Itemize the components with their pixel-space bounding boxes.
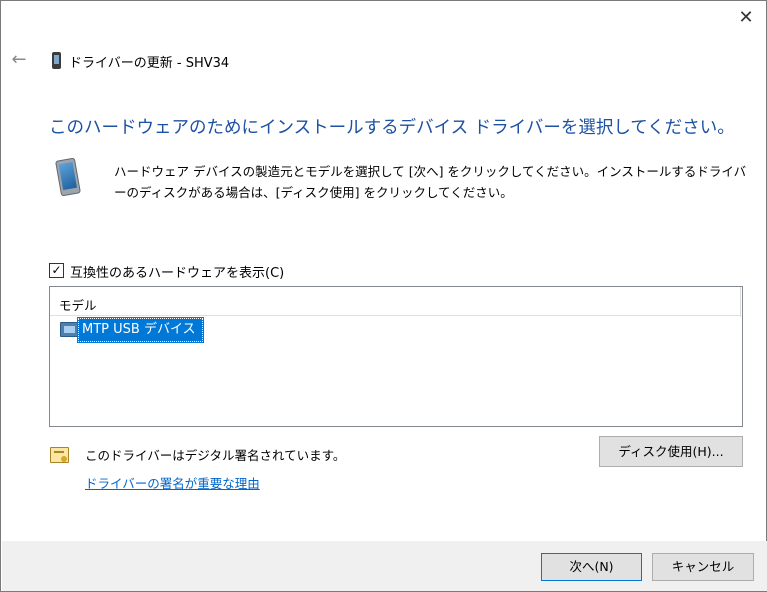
certificate-icon <box>50 447 69 463</box>
cancel-button[interactable]: キャンセル <box>652 553 754 581</box>
page-heading: このハードウェアのためにインストールするデバイス ドライバーを選択してください。 <box>49 118 735 138</box>
list-scroll-edge <box>740 287 741 317</box>
phone-device-icon <box>55 157 81 197</box>
model-list-header: モデル <box>59 298 97 313</box>
model-list[interactable]: モデル MTP USB デバイス <box>49 286 743 427</box>
list-divider <box>50 315 740 316</box>
close-icon[interactable]: ✕ <box>729 3 763 33</box>
window-title: ドライバーの更新 - SHV34 <box>69 56 230 71</box>
driver-update-window: ✕ ← ドライバーの更新 - SHV34 このハードウェアのためにインストールす… <box>0 0 767 592</box>
signature-status: このドライバーはデジタル署名されています。 <box>85 448 346 463</box>
device-icon <box>52 52 61 69</box>
instruction-text: ハードウェア デバイスの製造元とモデルを選択して [次へ] をクリックしてくださ… <box>114 164 747 200</box>
next-button[interactable]: 次へ(N) <box>541 553 642 581</box>
back-arrow-icon[interactable]: ← <box>8 48 30 72</box>
compat-checkbox-label[interactable]: 互換性のあるハードウェアを表示(C) <box>70 262 284 281</box>
list-item[interactable]: MTP USB デバイス <box>77 317 204 343</box>
checkbox-check-icon: ✓ <box>51 263 62 277</box>
compat-checkbox[interactable]: ✓ <box>49 263 64 278</box>
signing-info-link[interactable]: ドライバーの署名が重要な理由 <box>85 473 260 492</box>
have-disk-button[interactable]: ディスク使用(H)... <box>599 436 743 467</box>
device-list-icon <box>60 322 79 337</box>
